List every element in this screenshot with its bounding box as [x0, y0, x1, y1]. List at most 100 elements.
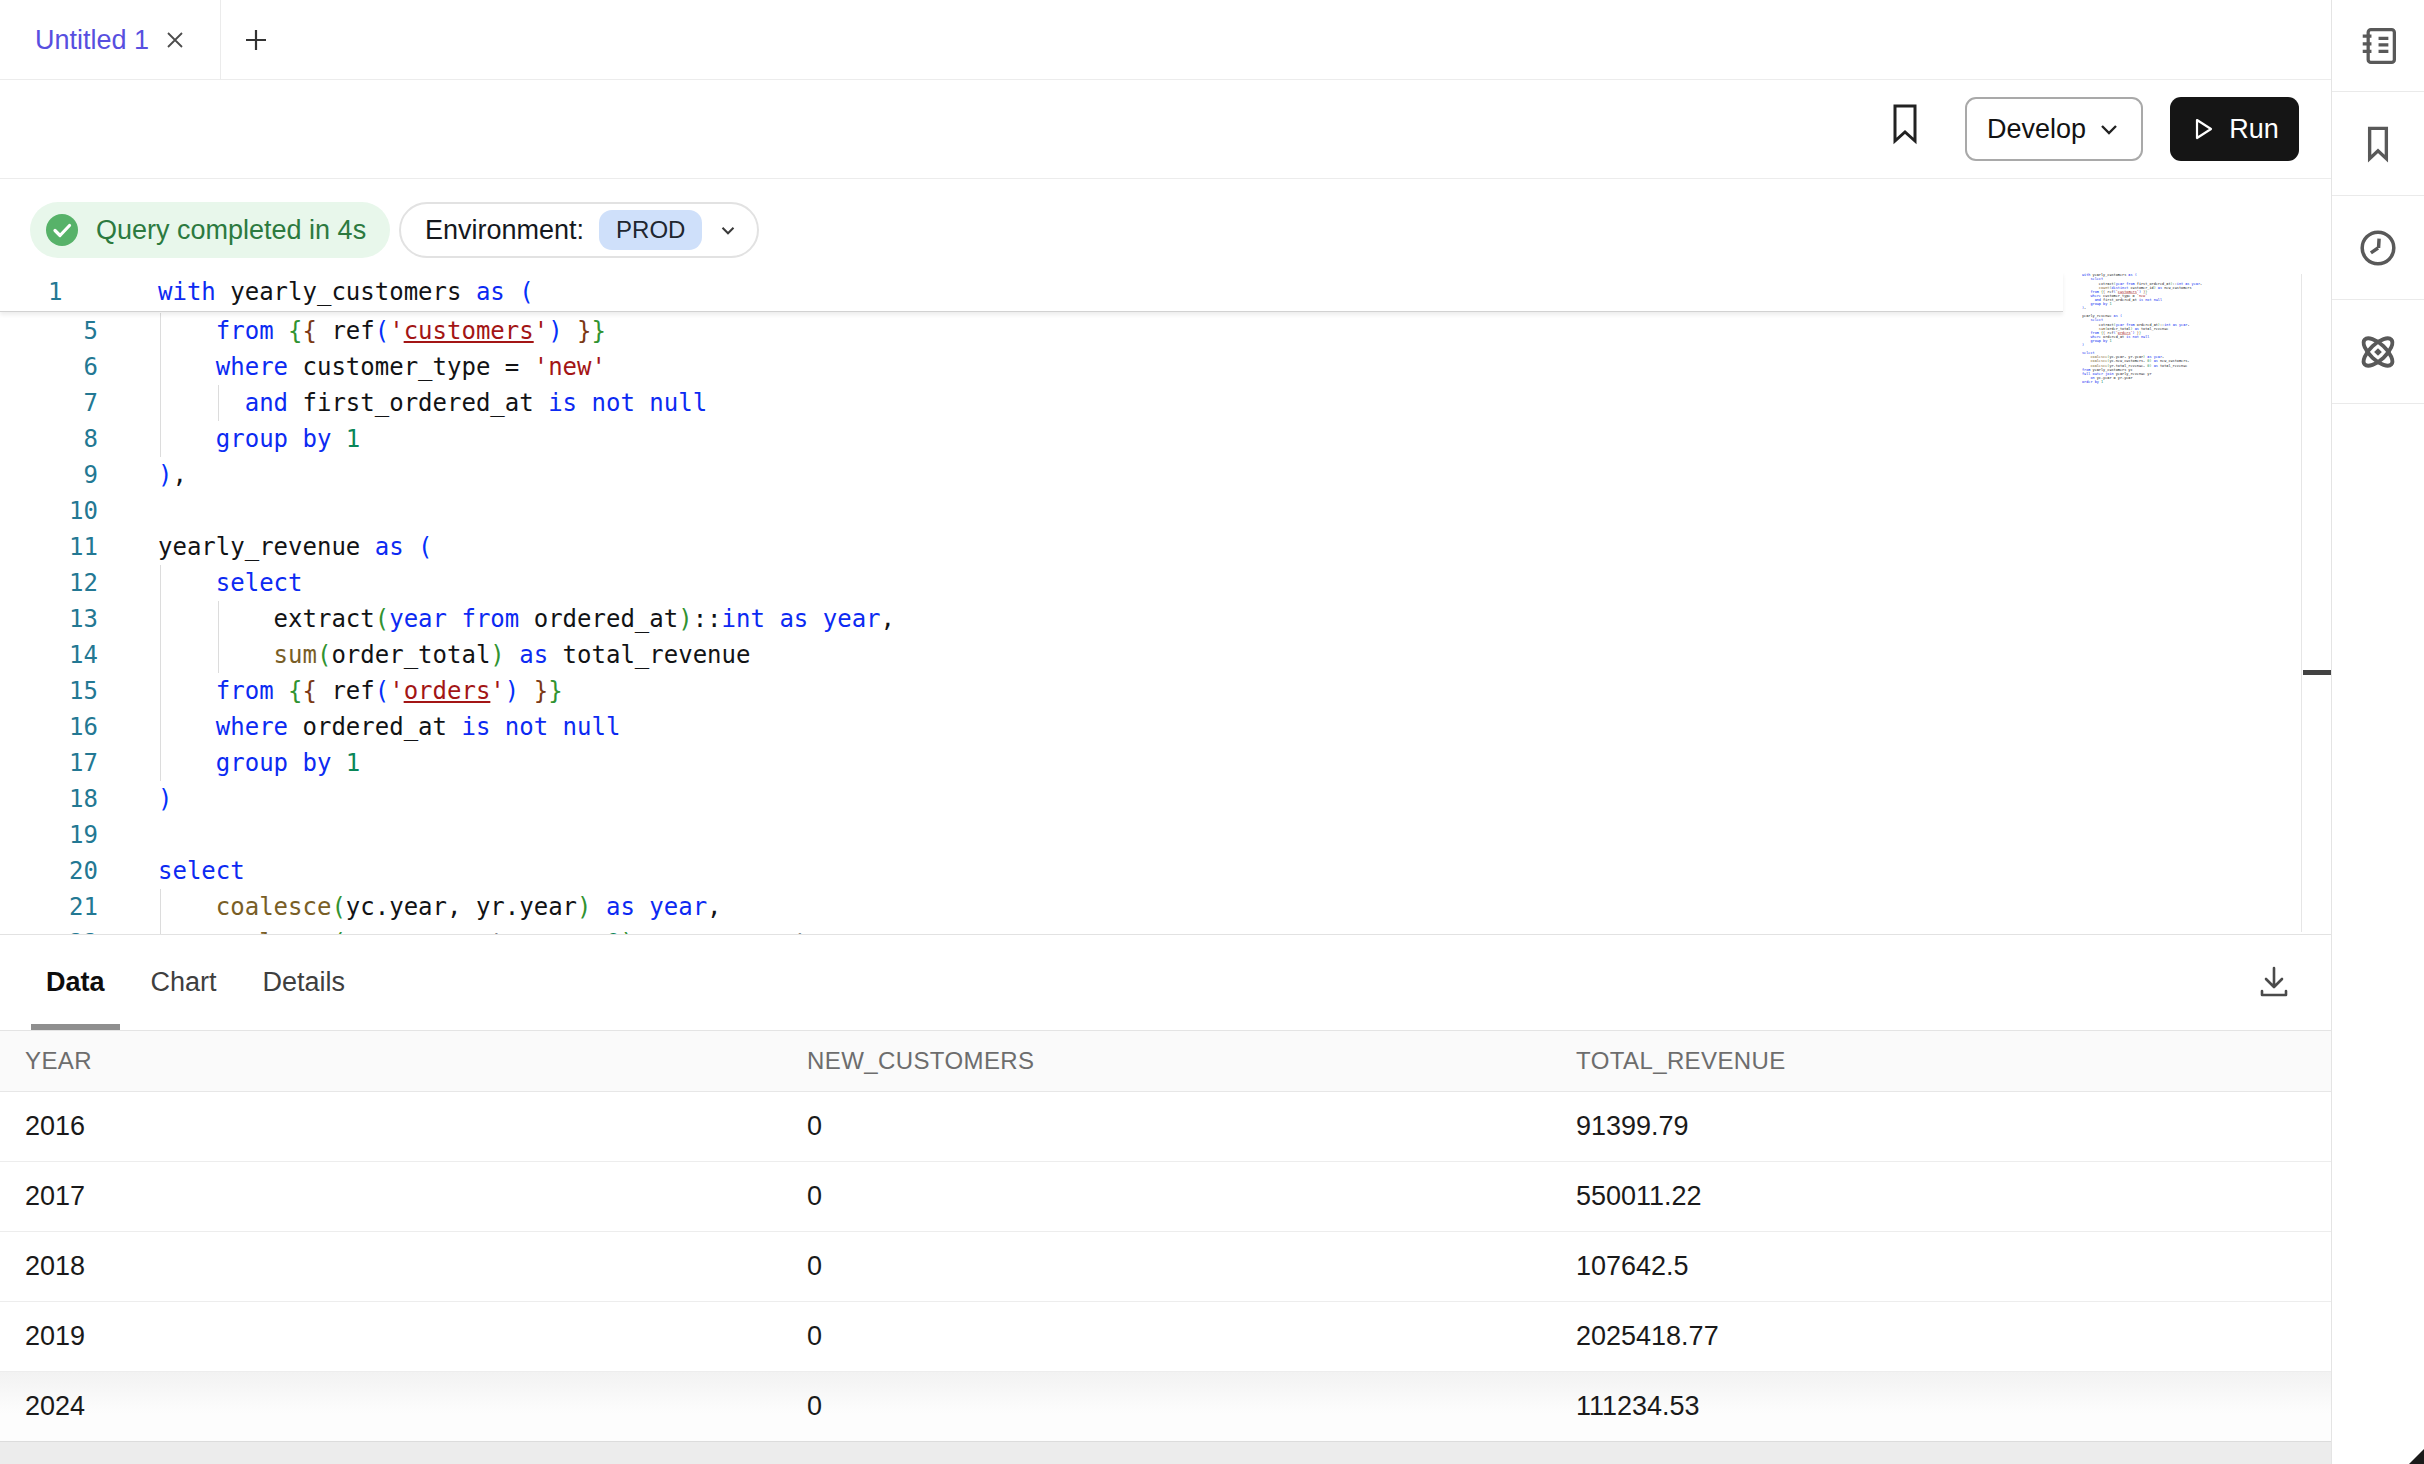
- code-line-16[interactable]: 16 where ordered_at is not null: [0, 709, 2331, 745]
- line-number: 11: [0, 529, 98, 565]
- column-header-new_customers: NEW_CUSTOMERS: [782, 1047, 1551, 1075]
- run-label: Run: [2229, 114, 2279, 145]
- new-tab-button[interactable]: [243, 27, 269, 53]
- table-row: 20170550011.22: [0, 1162, 2331, 1232]
- code-line-18[interactable]: 18): [0, 781, 2331, 817]
- code-line-22[interactable]: 22 coalesce(yc.new_customers, 0) as new_…: [0, 925, 2331, 934]
- line-number: 7: [0, 385, 98, 421]
- cell-total_revenue: 107642.5: [1551, 1251, 2331, 1282]
- column-header-total_revenue: TOTAL_REVENUE: [1551, 1047, 2331, 1075]
- cell-year: 2019: [0, 1321, 782, 1352]
- minimap[interactable]: with yearly_customers as ( select extrac…: [2082, 273, 2206, 391]
- cell-new_customers: 0: [782, 1111, 1551, 1142]
- cell-new_customers: 0: [782, 1251, 1551, 1282]
- results-panel: DataChartDetails YEARNEW_CUSTOMERSTOTAL_…: [0, 934, 2331, 1464]
- main-area: Untitled 1 Develop Run Query completed i…: [0, 0, 2331, 1464]
- cursor-position-marker: [2303, 670, 2331, 675]
- resize-corner[interactable]: [2409, 1449, 2424, 1464]
- line-number: 9: [0, 457, 98, 493]
- code-line-12[interactable]: 12 select: [0, 565, 2331, 601]
- develop-button[interactable]: Develop: [1965, 97, 2143, 161]
- line-number: 20: [0, 853, 98, 889]
- line-number: 19: [0, 817, 98, 853]
- results-tabs: DataChartDetails: [0, 935, 2331, 1031]
- bookmark-icon: [2355, 121, 2401, 167]
- code-line-14[interactable]: 14 sum(order_total) as total_revenue: [0, 637, 2331, 673]
- environment-selector[interactable]: Environment: PROD: [399, 202, 759, 258]
- horizontal-scrollbar[interactable]: [0, 1441, 2331, 1464]
- cell-new_customers: 0: [782, 1321, 1551, 1352]
- sidebar-item-notebook[interactable]: [2332, 0, 2424, 92]
- cell-total_revenue: 111234.53: [1551, 1391, 2331, 1422]
- cell-year: 2018: [0, 1251, 782, 1282]
- line-number: 17: [0, 745, 98, 781]
- query-status-text: Query completed in 4s: [96, 215, 366, 246]
- overview-ruler: [2301, 274, 2302, 932]
- sticky-line[interactable]: 1with yearly_customers as (: [0, 272, 2063, 312]
- code-line-21[interactable]: 21 coalesce(yc.year, yr.year) as year,: [0, 889, 2331, 925]
- table-header-row: YEARNEW_CUSTOMERSTOTAL_REVENUE: [0, 1031, 2331, 1092]
- line-number: 8: [0, 421, 98, 457]
- code-line-13[interactable]: 13 extract(year from ordered_at)::int as…: [0, 601, 2331, 637]
- line-number: 13: [0, 601, 98, 637]
- code-line-17[interactable]: 17 group by 1: [0, 745, 2331, 781]
- sidebar-item-history[interactable]: [2332, 196, 2424, 300]
- code-line-5[interactable]: 5 from {{ ref('customers') }}: [0, 313, 2331, 349]
- environment-label: Environment:: [425, 215, 584, 246]
- app-logo-icon: [2353, 327, 2403, 377]
- line-number: 16: [0, 709, 98, 745]
- play-icon: [2190, 116, 2216, 142]
- cell-new_customers: 0: [782, 1391, 1551, 1422]
- sidebar-item-bookmarks[interactable]: [2332, 92, 2424, 196]
- check-circle-icon: [43, 211, 81, 249]
- table-row: 201902025418.77: [0, 1302, 2331, 1372]
- code-line-10[interactable]: 10: [0, 493, 2331, 529]
- close-icon[interactable]: [163, 28, 187, 52]
- download-icon[interactable]: [2254, 962, 2294, 1002]
- code-line-7[interactable]: 7 and first_ordered_at is not null: [0, 385, 2331, 421]
- line-number: 21: [0, 889, 98, 925]
- cell-total_revenue: 2025418.77: [1551, 1321, 2331, 1352]
- line-number: 14: [0, 637, 98, 673]
- cell-year: 2024: [0, 1391, 782, 1422]
- line-number: 18: [0, 781, 98, 817]
- chevron-down-icon: [717, 219, 739, 241]
- table-row: 2016091399.79: [0, 1092, 2331, 1162]
- sql-editor[interactable]: 5 from {{ ref('customers') }}6 where cus…: [0, 272, 2331, 934]
- chevron-down-icon: [2097, 117, 2121, 141]
- toolbar: Develop Run: [0, 80, 2331, 179]
- sidebar-item-app[interactable]: [2332, 300, 2424, 404]
- notebook-icon: [2354, 22, 2402, 70]
- code-line-11[interactable]: 11yearly_revenue as (: [0, 529, 2331, 565]
- tab-untitled-1[interactable]: Untitled 1: [0, 0, 221, 80]
- code-line-19[interactable]: 19: [0, 817, 2331, 853]
- code-line-8[interactable]: 8 group by 1: [0, 421, 2331, 457]
- right-sidebar: [2331, 0, 2424, 1464]
- code-line-6[interactable]: 6 where customer_type = 'new': [0, 349, 2331, 385]
- cell-total_revenue: 550011.22: [1551, 1181, 2331, 1212]
- results-tab-data[interactable]: Data: [31, 935, 120, 1031]
- tab-title: Untitled 1: [35, 25, 149, 56]
- line-number: 12: [0, 565, 98, 601]
- results-tab-details[interactable]: Details: [248, 935, 361, 1031]
- line-number: 6: [0, 349, 98, 385]
- status-row: Query completed in 4s Environment: PROD: [0, 179, 2331, 272]
- history-icon: [2354, 224, 2402, 272]
- table-row: 20240111234.53: [0, 1372, 2331, 1442]
- column-header-year: YEAR: [0, 1047, 782, 1075]
- line-number: 15: [0, 673, 98, 709]
- results-tab-chart[interactable]: Chart: [136, 935, 232, 1031]
- bookmark-icon[interactable]: [1888, 101, 1922, 147]
- table-row: 20180107642.5: [0, 1232, 2331, 1302]
- line-number: 1: [48, 273, 62, 311]
- line-number: 22: [0, 925, 98, 934]
- line-number: 10: [0, 493, 98, 529]
- code-line-15[interactable]: 15 from {{ ref('orders') }}: [0, 673, 2331, 709]
- cell-year: 2016: [0, 1111, 782, 1142]
- cell-year: 2017: [0, 1181, 782, 1212]
- query-status-pill: Query completed in 4s: [30, 202, 390, 258]
- tab-bar: Untitled 1: [0, 0, 2331, 80]
- run-button[interactable]: Run: [2170, 97, 2299, 161]
- code-line-9[interactable]: 9),: [0, 457, 2331, 493]
- code-line-20[interactable]: 20select: [0, 853, 2331, 889]
